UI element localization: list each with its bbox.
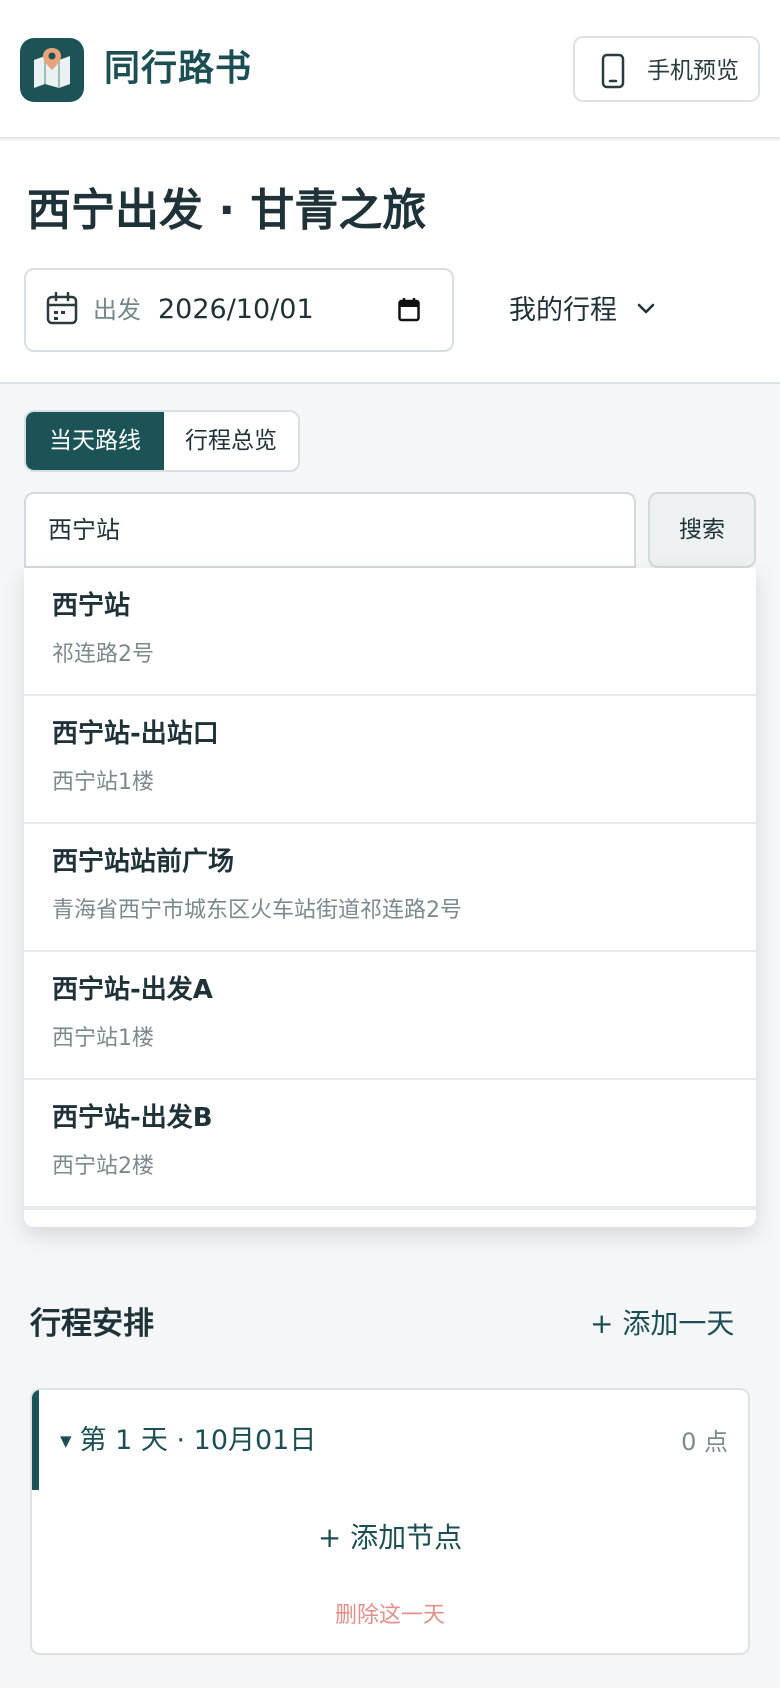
day-header-label: 第 1 天 · 10月01日 — [79, 1425, 317, 1456]
date-value: 2026/10/01 — [158, 294, 314, 325]
schedule-title: 行程安排 — [30, 1306, 154, 1342]
search-button[interactable]: 搜索 — [648, 492, 756, 568]
suggestion-item[interactable]: 西宁站-出发B 西宁站2楼 — [24, 1080, 756, 1208]
app-title: 同行路书 — [104, 48, 253, 89]
suggestion-item[interactable]: 西宁站 祁连路2号 — [24, 568, 756, 696]
suggestion-item[interactable]: 西宁站-出站口 西宁站1楼 — [24, 696, 756, 824]
suggestion-address: 西宁站1楼 — [52, 1026, 154, 1051]
delete-day-button[interactable]: 删除这一天 — [32, 1601, 748, 1631]
suggestion-address: 青海省西宁市城东区火车站街道祁连路2号 — [52, 898, 462, 923]
suggestion-name: 西宁站-出站口 — [52, 719, 219, 749]
search-input[interactable]: 西宁站 — [24, 492, 636, 568]
date-label: 出发 — [93, 296, 141, 324]
day-card: ▼ 第 1 天 · 10月01日 0 点 + 添加节点 删除这一天 — [30, 1388, 750, 1655]
day-header[interactable]: ▼ 第 1 天 · 10月01日 — [60, 1422, 316, 1463]
caret-down-icon: ▼ — [60, 1432, 72, 1450]
tab-trip-overview[interactable]: 行程总览 — [164, 412, 298, 470]
app-header: 同行路书 手机预览 — [0, 0, 780, 139]
trip-title: 西宁出发 · 甘青之旅 — [27, 185, 427, 236]
suggestion-name: 西宁站-出发A — [52, 975, 213, 1005]
map-pin-icon — [20, 38, 84, 102]
suggestion-address: 西宁站1楼 — [52, 770, 154, 795]
search-suggestions: 西宁站 祁连路2号 西宁站-出站口 西宁站1楼 西宁站站前广场 青海省西宁市城东… — [24, 568, 756, 1227]
date-picker-icon[interactable] — [398, 298, 420, 322]
add-node-button[interactable]: + 添加节点 — [32, 1518, 748, 1558]
phone-preview-label: 手机预览 — [647, 58, 739, 84]
my-trips-dropdown[interactable]: 我的行程 — [509, 291, 655, 331]
suggestion-address: 西宁站2楼 — [52, 1154, 154, 1179]
tab-daily-route[interactable]: 当天路线 — [26, 412, 164, 470]
suggestion-item[interactable]: 西宁站-出发A 西宁站1楼 — [24, 952, 756, 1080]
suggestion-name: 西宁站站前广场 — [52, 847, 235, 877]
departure-date-field[interactable]: 出发 2026/10/01 — [24, 268, 454, 352]
suggestion-name: 西宁站-出发B — [52, 1103, 213, 1133]
day-accent-bar — [32, 1390, 39, 1490]
view-tabs: 当天路线 行程总览 — [24, 410, 300, 472]
suggestion-address: 祁连路2号 — [52, 642, 154, 667]
chevron-down-icon — [637, 303, 655, 314]
suggestion-name: 西宁站 — [52, 591, 131, 621]
phone-icon — [601, 53, 625, 89]
calendar-icon — [46, 292, 78, 325]
phone-preview-button[interactable]: 手机预览 — [573, 36, 760, 102]
my-trips-label: 我的行程 — [509, 295, 617, 326]
add-day-button[interactable]: + 添加一天 — [590, 1302, 734, 1346]
day-node-count: 0 点 — [681, 1428, 728, 1456]
trip-info: 西宁出发 · 甘青之旅 出发 2026/10/01 我的行程 — [0, 141, 780, 384]
suggestion-item-partial[interactable] — [24, 1208, 756, 1227]
suggestion-item[interactable]: 西宁站站前广场 青海省西宁市城东区火车站街道祁连路2号 — [24, 824, 756, 952]
